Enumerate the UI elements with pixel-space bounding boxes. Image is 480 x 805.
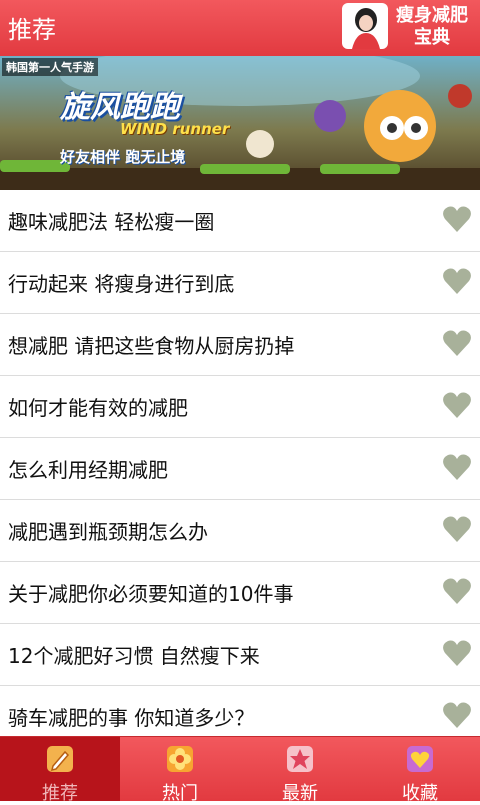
article-list: 趣味减肥法 轻松瘦一圈 行动起来 将瘦身进行到底 想减肥 请把这些食物从厨房扔掉… (0, 190, 480, 748)
article-title: 关于减肥你必须要知道的10件事 (8, 582, 294, 606)
article-title: 行动起来 将瘦身进行到底 (8, 272, 235, 296)
list-item[interactable]: 怎么利用经期减肥 (0, 438, 480, 500)
article-title: 骑车减肥的事 你知道多少？ (8, 706, 255, 730)
article-title: 怎么利用经期减肥 (8, 458, 168, 482)
banner-game-subtitle: WIND runner (120, 120, 230, 138)
app-logo: 瘦身减肥宝典 (342, 3, 474, 53)
app-header: 推荐 瘦身减肥宝典 (0, 0, 480, 56)
logo-avatar-icon (342, 3, 388, 49)
pencil-icon (47, 746, 73, 772)
ad-banner[interactable]: 韩国第一人气手游 旋风跑跑 WIND runner 好友相伴 跑无止境 (0, 56, 480, 190)
star-icon (287, 746, 313, 772)
article-title: 想减肥 请把这些食物从厨房扔掉 (8, 334, 295, 358)
heart-icon[interactable] (442, 515, 472, 543)
banner-slogan: 好友相伴 跑无止境 (60, 148, 186, 166)
article-title: 如何才能有效的减肥 (8, 396, 188, 420)
tab-label: 最新 (282, 783, 318, 804)
app-name: 瘦身减肥宝典 (396, 5, 468, 48)
tab-hot[interactable]: 热门 (120, 737, 240, 804)
heart-icon[interactable] (442, 267, 472, 295)
heart-icon[interactable] (442, 205, 472, 233)
tab-latest[interactable]: 最新 (240, 737, 360, 804)
heart-icon[interactable] (442, 639, 472, 667)
article-title: 趣味减肥法 轻松瘦一圈 (8, 210, 215, 234)
page-title: 推荐 (8, 16, 56, 44)
tab-label: 推荐 (42, 783, 78, 804)
heart-icon[interactable] (442, 577, 472, 605)
flower-icon (167, 746, 193, 772)
list-item[interactable]: 如何才能有效的减肥 (0, 376, 480, 438)
list-item[interactable]: 行动起来 将瘦身进行到底 (0, 252, 480, 314)
article-title: 减肥遇到瓶颈期怎么办 (8, 520, 208, 544)
list-item[interactable]: 想减肥 请把这些食物从厨房扔掉 (0, 314, 480, 376)
list-item[interactable]: 趣味减肥法 轻松瘦一圈 (0, 190, 480, 252)
list-item[interactable]: 减肥遇到瓶颈期怎么办 (0, 500, 480, 562)
tab-favorites[interactable]: 收藏 (360, 737, 480, 804)
tab-recommended[interactable]: 推荐 (0, 737, 120, 804)
tab-label: 收藏 (402, 783, 438, 804)
heart-icon[interactable] (442, 391, 472, 419)
heart-icon[interactable] (442, 329, 472, 357)
heart-icon[interactable] (442, 453, 472, 481)
favorite-icon (407, 746, 433, 772)
list-item[interactable]: 12个减肥好习惯 自然瘦下来 (0, 624, 480, 686)
banner-tagline: 韩国第一人气手游 (2, 58, 98, 76)
list-item[interactable]: 关于减肥你必须要知道的10件事 (0, 562, 480, 624)
bottom-nav: 推荐 热门 最新 收藏 (0, 736, 480, 804)
article-title: 12个减肥好习惯 自然瘦下来 (8, 644, 260, 668)
heart-icon[interactable] (442, 701, 472, 729)
tab-label: 热门 (162, 783, 198, 804)
